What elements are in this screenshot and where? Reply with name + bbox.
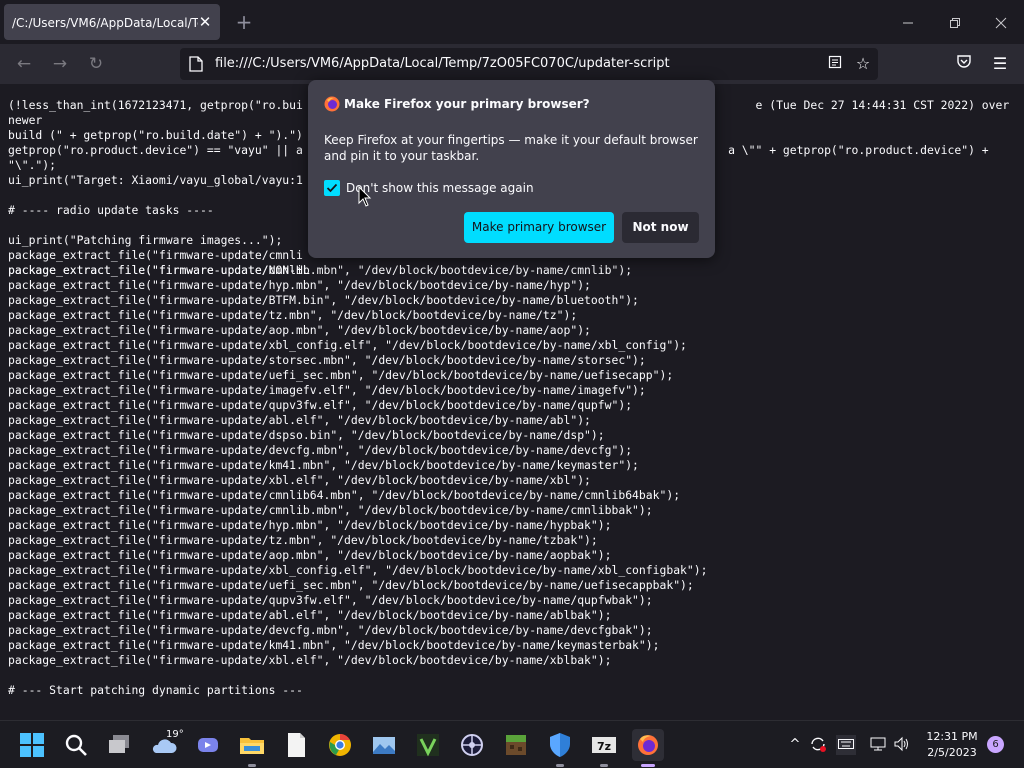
url-bar[interactable]: file:///C:/Users/VM6/AppData/Local/Temp/… [180, 48, 878, 80]
url-text: file:///C:/Users/VM6/AppData/Local/Temp/… [215, 56, 670, 71]
teams-chat-icon[interactable] [192, 729, 224, 761]
task-view-icon[interactable] [104, 729, 136, 761]
svg-text:7z: 7z [597, 740, 611, 753]
network-icon[interactable] [868, 735, 888, 755]
gta-app-icon[interactable] [412, 729, 444, 761]
tab-title: /C:/Users/VM6/AppData/Local/Temp/7zO05FC… [12, 16, 198, 30]
not-now-button[interactable]: Not now [622, 212, 699, 243]
show-hidden-icons-chevron-icon[interactable]: ^ [785, 735, 805, 755]
notepad-icon[interactable] [280, 729, 312, 761]
tab-updater-script[interactable]: /C:/Users/VM6/AppData/Local/Temp/7zO05FC… [4, 4, 220, 40]
windows-security-icon[interactable] [544, 729, 576, 767]
taskbar: 19° 7z ^ 12:31 PM 2/5/2023 6 [0, 720, 1024, 768]
firefox-taskbar-icon[interactable] [632, 729, 664, 767]
navigation-bar: ← → ↻ file:///C:/Users/VM6/AppData/Local… [0, 44, 1024, 84]
dont-show-again-label[interactable]: Don't show this message again [346, 180, 534, 196]
chrome-icon[interactable] [324, 729, 356, 761]
tab-strip: /C:/Users/VM6/AppData/Local/Temp/7zO05FC… [0, 0, 1024, 44]
running-indicator [600, 764, 608, 767]
menu-icon[interactable]: ☰ [988, 52, 1012, 76]
running-indicator [556, 764, 564, 767]
make-primary-browser-button[interactable]: Make primary browser [464, 212, 614, 243]
default-browser-dialog: Make Firefox your primary browser? Keep … [308, 80, 715, 258]
minecraft-icon[interactable] [500, 729, 532, 761]
forward-button[interactable]: → [48, 52, 72, 76]
bookmark-star-icon[interactable]: ☆ [852, 53, 874, 75]
running-indicator [248, 764, 256, 767]
dont-show-again-checkbox[interactable] [324, 180, 340, 196]
photos-icon[interactable] [368, 729, 400, 761]
dialog-title: Make Firefox your primary browser? [344, 97, 590, 111]
tab-close-icon[interactable]: ✕ [196, 13, 214, 31]
sync-icon[interactable] [808, 735, 828, 755]
steering-wheel-app-icon[interactable] [456, 729, 488, 761]
pocket-icon[interactable] [952, 52, 976, 76]
search-icon[interactable] [60, 729, 92, 761]
back-button[interactable]: ← [12, 52, 36, 76]
volume-icon[interactable] [892, 735, 912, 755]
restore-button[interactable] [940, 8, 970, 36]
mouse-cursor-icon [358, 186, 372, 207]
windows-logo-icon [20, 733, 44, 757]
minimize-button[interactable] [893, 8, 923, 36]
reload-button[interactable]: ↻ [84, 52, 108, 76]
window-close-button[interactable] [986, 8, 1016, 36]
notification-badge[interactable]: 6 [987, 736, 1004, 753]
active-indicator [641, 764, 655, 767]
touch-keyboard-icon[interactable] [836, 735, 856, 755]
start-button[interactable] [16, 729, 48, 761]
checkmark-icon [326, 183, 338, 193]
7zip-icon[interactable]: 7z [588, 729, 620, 767]
clock-date[interactable]: 2/5/2023 [916, 746, 988, 760]
file-explorer-icon[interactable] [236, 729, 268, 767]
dialog-body: Keep Firefox at your fingertips — make i… [324, 133, 698, 163]
new-tab-button[interactable]: + [232, 10, 256, 34]
weather-temperature: 19° [166, 729, 184, 740]
reader-view-icon[interactable] [824, 53, 846, 75]
script-body-text: package_extract_file("firmware-update/cm… [8, 263, 708, 697]
clock-time[interactable]: 12:31 PM [916, 730, 988, 744]
file-icon [189, 56, 203, 72]
firefox-logo-icon [324, 96, 340, 112]
